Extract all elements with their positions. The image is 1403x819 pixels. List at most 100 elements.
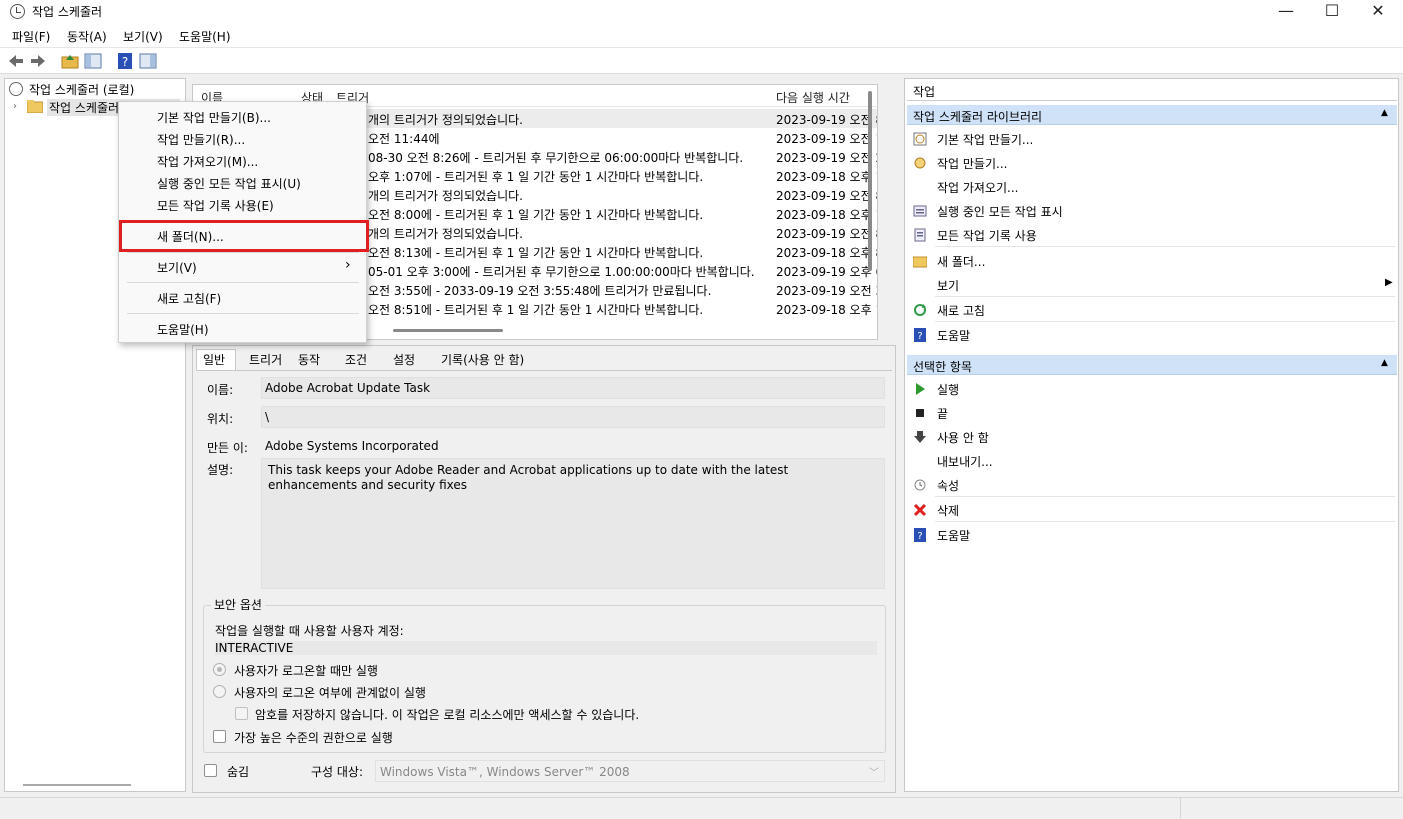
status-bar	[0, 797, 1403, 819]
ctx-view[interactable]: 보기(V)	[157, 259, 197, 276]
divider	[935, 246, 1395, 247]
name-field[interactable]: Adobe Acrobat Update Task	[261, 377, 885, 399]
configure-for-select[interactable]: Windows Vista™, Windows Server™ 2008	[375, 760, 885, 782]
maximize-button[interactable]: ☐	[1309, 0, 1355, 24]
checkbox-no-password-label: 암호를 저장하지 않습니다. 이 작업은 로컬 리소스에만 액세스할 수 있습니…	[255, 708, 640, 722]
tab-actions[interactable]: 동작	[298, 351, 320, 368]
clock-icon	[9, 82, 23, 96]
toolbar: ?	[0, 48, 1403, 74]
task-trigger-cell: 오전 8:00에 - 트리거된 후 1 일 기간 동안 1 시간마다 반복합니다…	[368, 208, 704, 222]
menu-view[interactable]: 보기(V)	[123, 28, 163, 45]
menu-help[interactable]: 도움말(H)	[179, 28, 231, 45]
svg-text:?: ?	[917, 331, 922, 342]
tab-settings[interactable]: 설정	[393, 351, 415, 368]
action-import-task[interactable]: 작업 가져오기...	[937, 179, 1019, 196]
running-tasks-icon	[913, 205, 927, 217]
action-run[interactable]: 실행	[937, 381, 959, 398]
basic-task-icon	[913, 132, 927, 146]
task-next-run-cell: 2023-09-19 오전 8	[776, 113, 878, 127]
minimize-button[interactable]: —	[1263, 0, 1309, 24]
actions-title: 작업	[913, 85, 936, 99]
task-next-run-cell: 2023-09-19 오전 8	[776, 189, 878, 203]
menu-file[interactable]: 파일(F)	[12, 28, 50, 45]
checkbox-highest-privileges[interactable]	[213, 730, 226, 743]
tab-general[interactable]: 일반	[203, 351, 225, 368]
divider	[935, 521, 1395, 522]
help-icon[interactable]: ?	[116, 52, 134, 70]
task-next-run-cell: 2023-09-19 오전 3	[776, 284, 878, 298]
radio-logon-only[interactable]	[213, 663, 226, 676]
ctx-enable-history[interactable]: 모든 작업 기록 사용(E)	[157, 197, 274, 214]
action-enable-history[interactable]: 모든 작업 기록 사용	[937, 227, 1037, 244]
task-trigger-cell: 08-30 오전 8:26에 - 트리거된 후 무기한으로 06:00:00마다…	[368, 151, 744, 165]
tab-conditions[interactable]: 조건	[345, 351, 367, 368]
play-icon	[916, 383, 925, 395]
chevron-down-icon: ﹀	[869, 768, 879, 779]
column-next-run[interactable]: 다음 실행 시간	[776, 89, 850, 106]
show-hide-console-tree-icon[interactable]	[84, 52, 102, 70]
task-trigger-cell: 오전 11:44에	[368, 132, 440, 146]
radio-regardless-logon[interactable]	[213, 685, 226, 698]
radio-logon-only-label: 사용자가 로그온할 때만 실행	[234, 664, 378, 678]
checkbox-hidden[interactable]	[204, 764, 217, 777]
action-refresh[interactable]: 새로 고침	[937, 302, 985, 319]
ctx-display-running-tasks[interactable]: 실행 중인 모든 작업 표시(U)	[157, 175, 301, 192]
action-create-basic-task[interactable]: 기본 작업 만들기...	[937, 131, 1033, 148]
divider	[935, 296, 1395, 297]
checkbox-hidden-label: 숨김	[227, 765, 250, 779]
section-library-header[interactable]: 작업 스케줄러 라이브러리 ▲	[907, 105, 1397, 125]
disable-icon	[914, 431, 926, 443]
task-next-run-cell: 2023-09-18 오후 1	[776, 303, 878, 317]
divider	[935, 321, 1395, 322]
action-new-folder[interactable]: 새 폴더...	[937, 253, 985, 270]
horizontal-scrollbar[interactable]	[23, 784, 131, 786]
action-create-task[interactable]: 작업 만들기...	[937, 155, 1007, 172]
ctx-create-task[interactable]: 작업 만들기(R)...	[157, 131, 245, 148]
task-next-run-cell: 2023-09-18 오후 1	[776, 170, 878, 184]
close-button[interactable]: ✕	[1355, 0, 1401, 24]
show-hide-action-pane-icon[interactable]	[139, 52, 157, 70]
task-trigger-cell: 오전 8:13에 - 트리거된 후 1 일 기간 동안 1 시간마다 반복합니다…	[368, 246, 704, 260]
ctx-help[interactable]: 도움말(H)	[157, 321, 209, 338]
history-icon	[914, 228, 926, 242]
collapse-arrow-icon: ▲	[1381, 358, 1388, 368]
folder-icon	[27, 100, 43, 113]
menu-bar: 파일(F) 동작(A) 보기(V) 도움말(H)	[0, 24, 1403, 48]
section-selected-header[interactable]: 선택한 항목 ▲	[907, 355, 1397, 375]
horizontal-scrollbar[interactable]	[393, 329, 503, 332]
action-export[interactable]: 내보내기...	[937, 453, 993, 470]
task-trigger-cell: 개의 트리거가 정의되었습니다.	[368, 189, 523, 203]
checkbox-no-password[interactable]	[235, 707, 248, 720]
action-view[interactable]: 보기	[937, 277, 959, 294]
divider	[935, 496, 1395, 497]
back-arrow-icon[interactable]	[7, 52, 25, 70]
action-help[interactable]: 도움말	[937, 327, 970, 344]
up-folder-icon[interactable]	[61, 52, 79, 70]
action-delete[interactable]: 삭제	[937, 502, 959, 519]
task-next-run-cell: 2023-09-18 오후 1	[776, 208, 878, 222]
task-next-run-cell: 2023-09-19 오전 2	[776, 151, 878, 165]
action-help-selected[interactable]: 도움말	[937, 527, 970, 544]
forward-arrow-icon[interactable]	[29, 52, 47, 70]
tab-triggers[interactable]: 트리거	[249, 351, 282, 368]
ctx-create-basic-task[interactable]: 기본 작업 만들기(B)...	[157, 109, 271, 126]
vertical-scrollbar[interactable]	[868, 91, 872, 271]
action-display-running-tasks[interactable]: 실행 중인 모든 작업 표시	[937, 203, 1063, 220]
action-disable[interactable]: 사용 안 함	[937, 429, 989, 446]
properties-icon	[914, 479, 926, 491]
ctx-import-task[interactable]: 작업 가져오기(M)...	[157, 153, 258, 170]
action-end[interactable]: 끝	[937, 405, 948, 422]
chevron-right-icon[interactable]: ›	[13, 101, 17, 112]
description-field[interactable]: This task keeps your Adobe Reader and Ac…	[261, 458, 885, 589]
location-field[interactable]: \	[261, 406, 885, 428]
tab-history[interactable]: 기록(사용 안 함)	[441, 351, 524, 368]
actions-pane: 작업 작업 스케줄러 라이브러리 ▲ 기본 작업 만들기... 작업 만들기...…	[904, 78, 1399, 792]
ctx-refresh[interactable]: 새로 고침(F)	[157, 290, 221, 307]
help-icon: ?	[914, 328, 926, 342]
action-properties[interactable]: 속성	[937, 477, 959, 494]
configure-for-label: 구성 대상:	[311, 765, 364, 779]
tree-root-label[interactable]: 작업 스케줄러 (로컬)	[29, 81, 134, 98]
account-value: INTERACTIVE	[215, 641, 877, 655]
checkbox-highest-privileges-label: 가장 높은 수준의 권한으로 실행	[234, 731, 393, 745]
menu-action[interactable]: 동작(A)	[67, 28, 107, 45]
